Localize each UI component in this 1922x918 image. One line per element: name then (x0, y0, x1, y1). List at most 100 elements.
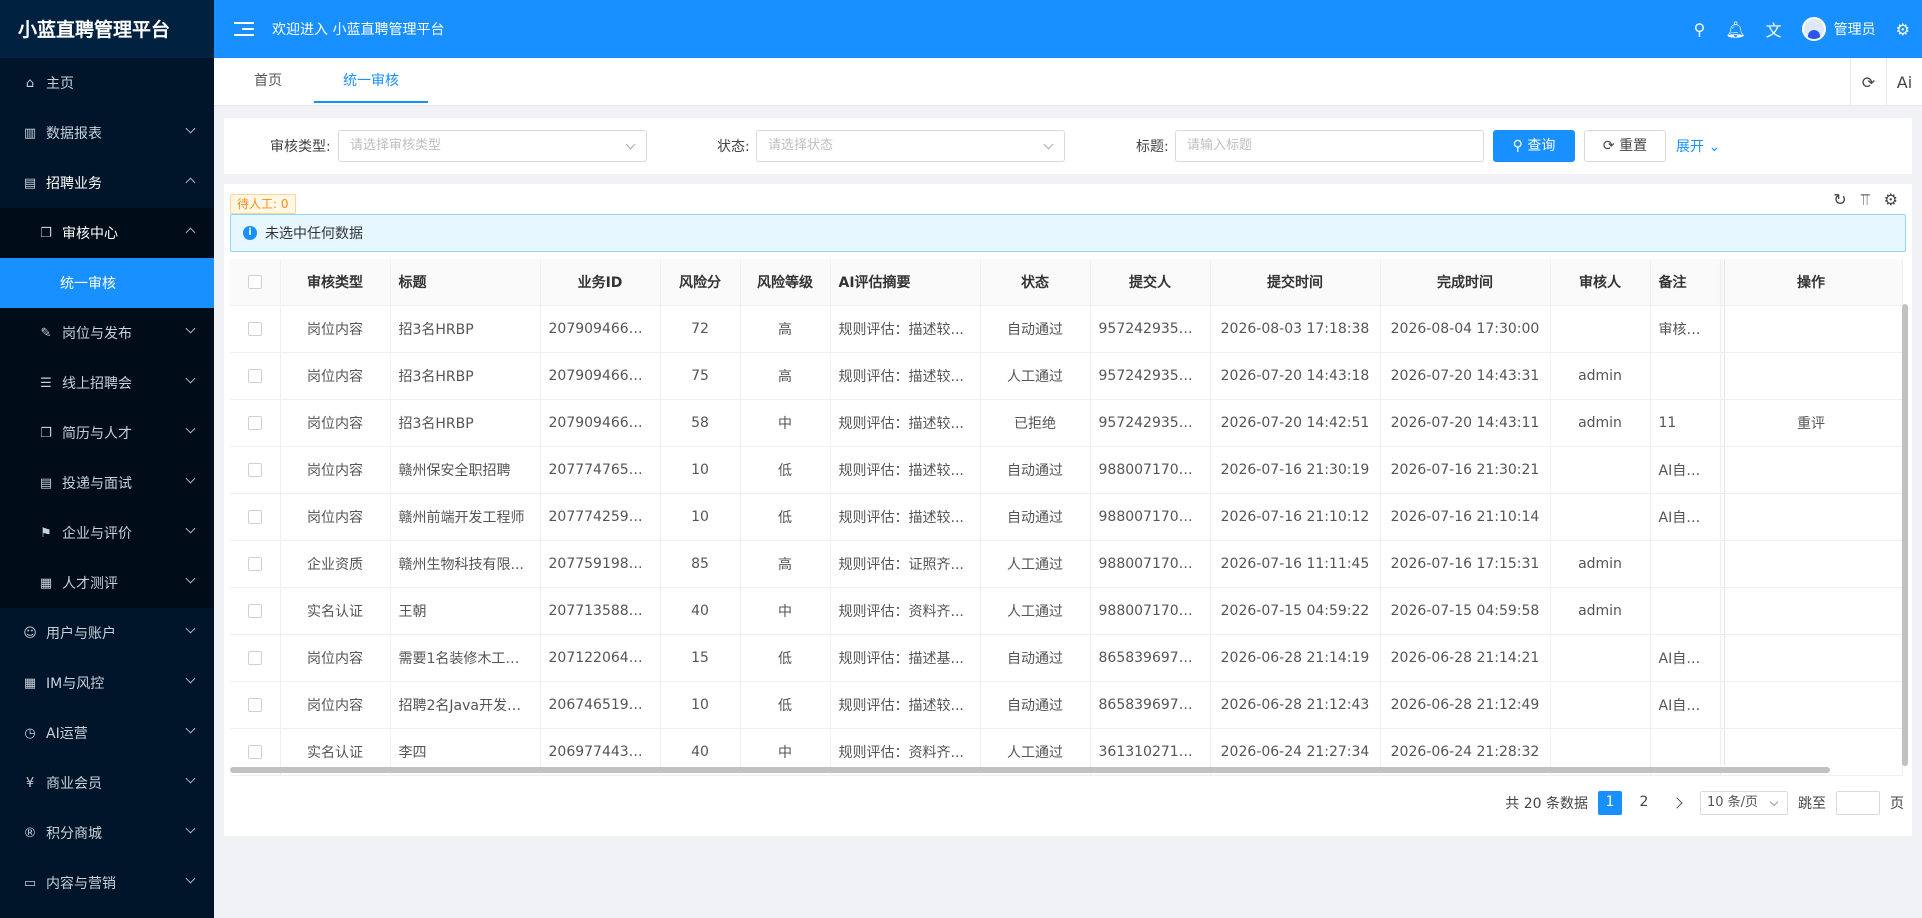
table-cell: 957242935713... (1090, 399, 1211, 447)
query-button[interactable]: ⚲ 查询 (1493, 130, 1575, 162)
status-select[interactable]: 请选择状态 (756, 130, 1065, 162)
table-cell: 招3名HRBP (390, 352, 541, 400)
page-2-button[interactable]: 2 (1632, 791, 1656, 815)
reset-button[interactable]: ⟳ 重置 (1584, 130, 1666, 162)
table-cell: 企业资质 (280, 540, 391, 588)
table-cell: 赣州前端开发工程师 (390, 493, 541, 541)
sidebar-item-reports[interactable]: ▥ 数据报表 (0, 108, 214, 158)
sidebar-item-resumes[interactable]: ❐ 简历与人才 (0, 408, 214, 458)
row-checkbox[interactable] (230, 305, 281, 353)
table-cell: 低 (740, 446, 831, 494)
row-checkbox[interactable] (230, 634, 281, 682)
sidebar-item-recruiting[interactable]: ▤ 招聘业务 (0, 158, 214, 208)
page-size-select[interactable]: 10 条/页 (1700, 791, 1788, 815)
table-cell: 58 (660, 399, 741, 447)
table-row: 岗位内容 招3名HRBP 207909466655... 75 高规则评估：描述较...… (230, 352, 1903, 400)
action-cell (1720, 634, 1903, 682)
sidebar-item-companies[interactable]: ⚑ 企业与评价 (0, 508, 214, 558)
action-cell (1720, 305, 1903, 353)
reload-icon[interactable]: ⟳ (1850, 58, 1886, 106)
row-checkbox[interactable] (230, 446, 281, 494)
next-page-icon[interactable] (1666, 791, 1690, 815)
chevron-down-icon (185, 123, 196, 134)
doc-icon: ▦ (39, 575, 53, 591)
sidebar-item-content[interactable]: ▭ 内容与营销 (0, 858, 214, 908)
chevron-down-icon (1043, 139, 1054, 150)
bell-icon[interactable]: 🔔︎ (1725, 20, 1745, 39)
tab-home[interactable]: 首页 (254, 58, 282, 103)
table-cell: 207909466655... (540, 352, 661, 400)
table-cell: AI自动通过 (1650, 446, 1721, 494)
table-cell: 207759198774... (540, 540, 661, 588)
row-checkbox[interactable] (230, 493, 281, 541)
row-checkbox[interactable] (230, 681, 281, 729)
sidebar-item-im-risk[interactable]: ▦ IM与风控 (0, 658, 214, 708)
top-header: 欢迎进入 小蓝直聘管理平台 ⚲ 🔔︎ 文 管理员 ⚙ (214, 0, 1922, 58)
sidebar-item-assessment[interactable]: ▦ 人才测评 (0, 558, 214, 608)
table-cell: 2026-07-20 14:43:11 (1380, 399, 1551, 447)
column-header: 风险等级 (740, 259, 831, 306)
title-input[interactable]: 请输入标题 (1175, 130, 1484, 162)
sidebar-item-ai-ops[interactable]: ◷ AI运营 (0, 708, 214, 758)
user-menu[interactable]: 管理员 (1801, 17, 1876, 41)
chevron-down-icon (185, 873, 196, 884)
table-cell: AI自动通过 (1650, 493, 1721, 541)
sidebar-item-points-mall[interactable]: ® 积分商城 (0, 808, 214, 858)
expand-link[interactable]: 展开 ⌄ (1676, 136, 1720, 156)
sidebar: 小蓝直聘管理平台 ⌂ 主页 ▥ 数据报表 ▤ 招聘业务 ❐ 审核中心 统一审核 ✎ 岗位与… (0, 0, 214, 918)
sidebar-item-jobs[interactable]: ✎ 岗位与发布 (0, 308, 214, 358)
status-label: 状态: (717, 139, 750, 155)
select-all-checkbox[interactable] (230, 259, 281, 306)
gear-icon[interactable]: ⚙ (1896, 20, 1910, 39)
gear-icon[interactable]: ⚙ (1884, 190, 1898, 210)
action-cell[interactable]: 重评 (1720, 399, 1903, 447)
copy-icon: ❐ (40, 225, 52, 241)
sidebar-item-unified-review[interactable]: 统一审核 (0, 258, 214, 308)
table-cell: 规则评估：描述基... (830, 634, 981, 682)
sidebar-item-job-fair[interactable]: ☰ 线上招聘会 (0, 358, 214, 408)
table-row: 企业资质 赣州生物科技有限... 207759198774... 85 高规则评估：证照… (230, 540, 1903, 588)
vertical-scrollbar[interactable] (1902, 304, 1908, 766)
table-cell: 规则评估：描述较... (830, 493, 981, 541)
edit-icon: ✎ (40, 325, 52, 341)
column-height-icon[interactable]: ⫪ (1861, 190, 1870, 210)
column-header: 操作 (1720, 259, 1903, 306)
row-checkbox[interactable] (230, 587, 281, 635)
tab-unified-review[interactable]: 统一审核 (314, 58, 428, 103)
table-row: 岗位内容 招3名HRBP 207909466655... 72 高规则评估：描述较...… (230, 305, 1903, 353)
table-cell: 岗位内容 (280, 446, 391, 494)
table-cell: 2026-07-15 04:59:58 (1380, 587, 1551, 635)
sidebar-item-applications[interactable]: ▤ 投递与面试 (0, 458, 214, 508)
table-cell: 865839697943... (1090, 634, 1211, 682)
jump-page-input[interactable] (1836, 791, 1880, 815)
table-cell: 岗位内容 (280, 681, 391, 729)
avatar (1801, 17, 1826, 41)
table-cell: admin (1550, 540, 1651, 588)
table-cell: 988007170301... (1090, 540, 1211, 588)
table-cell: 10 (660, 446, 741, 494)
review-type-select[interactable]: 请选择审核类型 (338, 130, 647, 162)
sidebar-item-users[interactable]: ☺ 用户与账户 (0, 608, 214, 658)
horizontal-scrollbar[interactable] (230, 766, 1902, 774)
table-cell (1550, 681, 1651, 729)
search-icon[interactable]: ⚲ (1694, 20, 1706, 39)
sidebar-item-home[interactable]: ⌂ 主页 (0, 58, 214, 108)
row-checkbox[interactable] (230, 540, 281, 588)
reload-icon[interactable]: ↻ (1833, 190, 1846, 210)
sidebar-item-membership[interactable]: ¥ 商业会员 (0, 758, 214, 808)
user-icon: ☺ (23, 625, 37, 641)
menu-fold-icon[interactable] (234, 18, 254, 40)
page-1-button[interactable]: 1 (1598, 791, 1622, 815)
table-cell: 2026-07-20 14:42:51 (1210, 399, 1381, 447)
table-cell: 988007170301... (1090, 587, 1211, 635)
table-cell: 75 (660, 352, 741, 400)
table-cell: 865839697943... (1090, 681, 1211, 729)
sidebar-item-review-center[interactable]: ❐ 审核中心 (0, 208, 214, 258)
row-checkbox[interactable] (230, 352, 281, 400)
table-cell: 2026-07-16 21:30:21 (1380, 446, 1551, 494)
action-cell (1720, 493, 1903, 541)
table-cell: 实名认证 (280, 587, 391, 635)
row-checkbox[interactable] (230, 399, 281, 447)
translate-icon[interactable]: 文 (1766, 17, 1782, 41)
ai-button[interactable]: Ai (1886, 58, 1922, 106)
